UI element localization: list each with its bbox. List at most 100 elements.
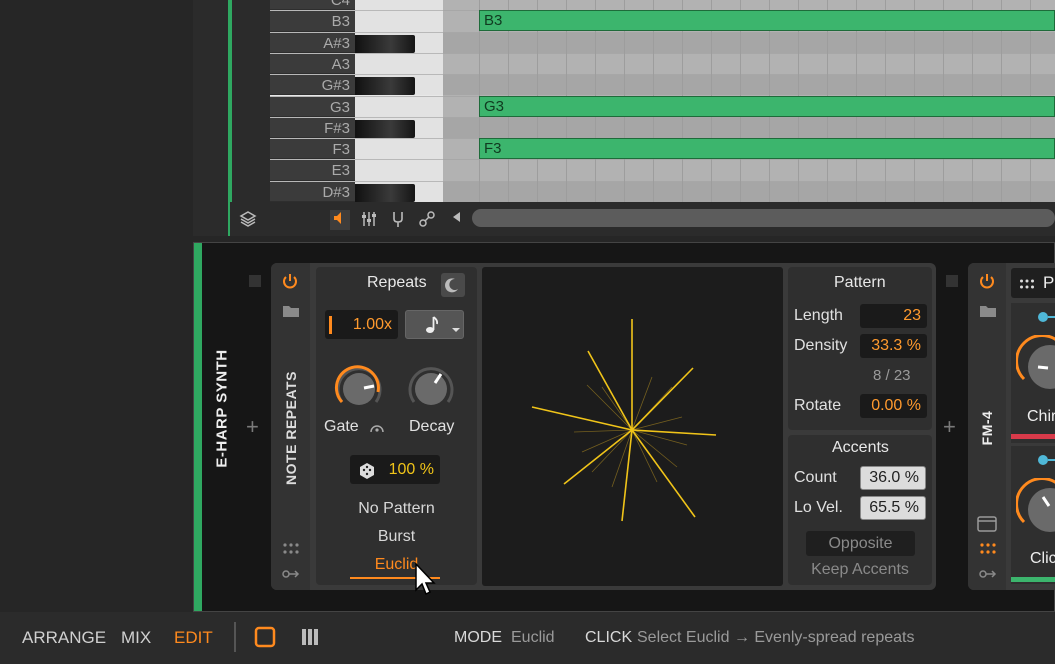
piano-key-row[interactable]: A#3 (270, 31, 443, 53)
grid-row[interactable] (443, 52, 1055, 74)
opposite-button[interactable]: Opposite (806, 531, 915, 556)
white-key[interactable] (355, 96, 443, 117)
folder-icon[interactable] (282, 304, 300, 321)
layers-icon[interactable] (238, 210, 258, 230)
fm4-power-icon[interactable] (978, 272, 996, 295)
fm4-operator-2-panel: Clic (1011, 446, 1055, 584)
fm4-preset-grid-icon (1019, 277, 1035, 295)
modulation-arc-icon[interactable] (368, 420, 386, 439)
chevron-down-icon (451, 321, 461, 339)
fm4-modulator-icon[interactable] (979, 567, 997, 583)
white-key[interactable] (355, 11, 443, 32)
scroll-left-icon[interactable] (446, 210, 466, 230)
piano-keyboard[interactable]: C4 B3 A#3 A3 G#3 G3 F#3 F3 E3 D#3 (270, 0, 443, 202)
link-nodes-icon[interactable] (417, 210, 437, 230)
piano-key-label: A3 (270, 53, 355, 75)
piano-key-row[interactable]: G#3 (270, 74, 443, 96)
piano-key-label: F3 (270, 139, 355, 160)
fm4-name: FM-4 (979, 410, 995, 446)
grid-row[interactable] (443, 31, 1055, 53)
fm4-level-bar-1 (1011, 434, 1055, 439)
piano-key-label: G3 (270, 96, 355, 117)
nav-mix[interactable]: MIX (121, 628, 151, 648)
piano-key-row[interactable]: F3 (270, 138, 443, 160)
piano-key-row[interactable]: E3 (270, 159, 443, 181)
black-key[interactable] (355, 183, 415, 202)
burst-visualization (531, 319, 717, 522)
black-key[interactable] (355, 119, 415, 138)
click-label: CLICK (585, 629, 633, 646)
grid-row[interactable] (443, 74, 1055, 96)
mode-option-burst[interactable]: Burst (316, 528, 477, 546)
midi-note[interactable]: B3 (479, 10, 1055, 32)
note-grid[interactable]: B3 G3 F3 (443, 0, 1055, 202)
grid-dots-icon[interactable] (282, 542, 300, 559)
status-divider (234, 622, 236, 652)
dice-icon (358, 461, 376, 490)
grid-row[interactable] (443, 159, 1055, 180)
mode-label: MODE (454, 629, 502, 646)
nav-arrange[interactable]: ARRANGE (22, 628, 106, 648)
fm4-folder-icon[interactable] (979, 304, 997, 321)
midi-note[interactable]: G3 (479, 95, 1055, 117)
device-slot-indicator-2 (946, 275, 958, 287)
fm4-knob-1[interactable] (1015, 334, 1055, 400)
count-label: Count (794, 469, 837, 486)
rate-multiplier-field[interactable]: 1.00x (325, 310, 398, 339)
grid-row[interactable] (443, 0, 1055, 10)
gate-knob[interactable] (332, 362, 384, 414)
fm4-preset-button[interactable]: P (1011, 268, 1055, 298)
horizontal-scrollbar[interactable] (472, 209, 1055, 227)
decay-label: Decay (409, 418, 455, 435)
fm4-mod-dot-2 (1038, 455, 1048, 465)
count-field[interactable]: 36.0 % (860, 466, 926, 490)
fm4-preset-text: P (1043, 273, 1055, 292)
modulator-arrow-icon[interactable] (282, 567, 300, 583)
track-name-area: E-HARP SYNTH (200, 300, 244, 520)
add-device-before-icon[interactable]: + (246, 414, 259, 440)
piano-key-row[interactable]: D#3 (270, 180, 443, 202)
repeats-title: Repeats (367, 274, 427, 291)
white-key[interactable] (355, 160, 443, 181)
fm4-grid-dots-icon[interactable] (979, 542, 997, 559)
tuning-fork-icon[interactable] (388, 210, 408, 230)
white-key[interactable] (355, 139, 443, 160)
single-panel-icon[interactable] (254, 626, 276, 653)
mixer-sliders-icon[interactable] (359, 210, 379, 230)
fm4-knob-2[interactable] (1015, 477, 1055, 543)
grid-row[interactable] (443, 180, 1055, 202)
white-key[interactable] (355, 53, 443, 75)
decay-knob[interactable] (404, 362, 456, 414)
speaker-icon[interactable] (330, 210, 350, 230)
moon-icon[interactable] (441, 273, 465, 297)
note-length-dropdown[interactable] (405, 310, 464, 339)
piano-key-row[interactable]: B3 (270, 10, 443, 32)
piano-key-row[interactable]: F#3 (270, 116, 443, 139)
mode-option-euclid[interactable]: Euclid (316, 556, 477, 574)
black-key[interactable] (355, 77, 415, 96)
mode-option-no-pattern[interactable]: No Pattern (316, 500, 477, 518)
add-device-between-icon[interactable]: + (943, 414, 956, 440)
probability-field[interactable]: 100 % (350, 455, 440, 484)
fm4-window-icon[interactable] (977, 516, 997, 535)
fm4-mod-line (1048, 316, 1055, 318)
piano-key-label: C4 (270, 0, 355, 11)
density-field[interactable]: 33.3 % (860, 334, 927, 358)
piano-key-row[interactable]: C4 (270, 0, 443, 11)
lo-vel-field[interactable]: 65.5 % (860, 496, 926, 520)
white-key[interactable] (355, 0, 443, 11)
piano-key-label: G#3 (270, 75, 355, 96)
piano-key-row[interactable]: A3 (270, 52, 443, 75)
nav-edit[interactable]: EDIT (174, 628, 213, 648)
piano-key-row[interactable]: G3 (270, 95, 443, 117)
grid-row[interactable] (443, 116, 1055, 139)
power-icon[interactable] (281, 272, 299, 295)
black-key[interactable] (355, 34, 415, 53)
length-field[interactable]: 23 (860, 304, 927, 328)
click-hint: Select Euclid → Evenly-spread repeats (637, 629, 915, 646)
midi-note[interactable]: F3 (479, 138, 1055, 160)
hits-readout: 8 / 23 (873, 367, 911, 384)
keep-accents-toggle[interactable]: Keep Accents (788, 561, 932, 579)
columns-panel-icon[interactable] (300, 627, 320, 652)
rotate-field[interactable]: 0.00 % (860, 394, 927, 418)
